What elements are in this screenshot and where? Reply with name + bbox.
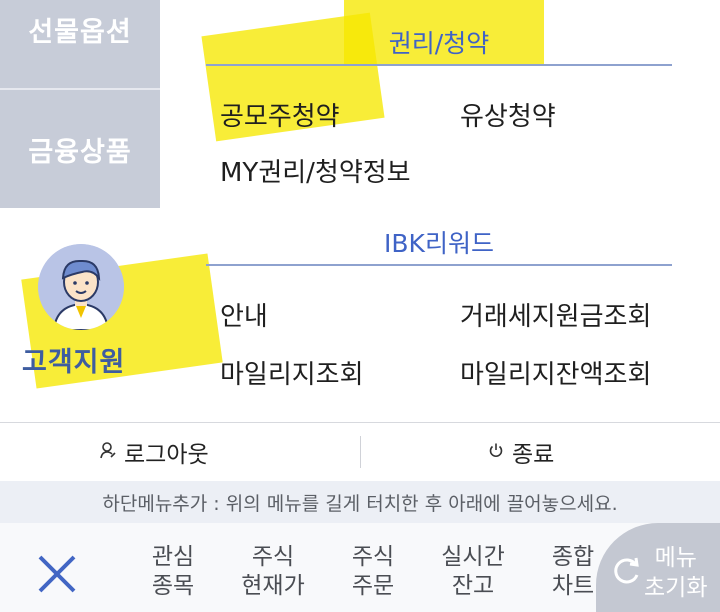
sidebar-item-label: 금융상품: [28, 136, 132, 168]
menu-item-mileage-inquiry[interactable]: 마일리지조회: [220, 354, 364, 391]
quick-menu-label: 실시간: [441, 544, 505, 570]
support-label: 고객지원: [22, 347, 126, 378]
close-icon[interactable]: [34, 551, 80, 597]
person-icon: [100, 441, 116, 464]
hint-text: 하단메뉴추가 : 위의 메뉴를 길게 터치한 후 아래에 끌어놓으세요.: [102, 492, 618, 515]
category-sidebar: 선물옵션 금융상품: [0, 0, 160, 208]
menu-item-tax-support-inquiry[interactable]: 거래세지원금조회: [460, 296, 651, 333]
menu-item-ipo-subscription[interactable]: 공모주청약: [220, 96, 340, 133]
section-divider: [206, 264, 672, 266]
sidebar-item-label: 선물옵션: [28, 17, 132, 48]
menu-item-rights-offering[interactable]: 유상청약: [460, 96, 556, 133]
section-divider: [206, 64, 672, 66]
customer-support-button[interactable]: 고객지원: [22, 244, 142, 384]
quick-menu-label: 관심: [151, 544, 195, 570]
refresh-icon: [610, 555, 642, 587]
power-icon: [488, 442, 504, 463]
quick-menu-label: 주식: [251, 544, 295, 570]
person-avatar-icon: [38, 244, 124, 330]
section-title-rights: 권리/청약: [388, 29, 490, 58]
menu-item-guide[interactable]: 안내: [220, 296, 268, 333]
exit-label: 종료: [512, 442, 555, 468]
sidebar-item-financial-products[interactable]: 금융상품: [0, 90, 160, 208]
action-row-divider: [360, 436, 361, 468]
quick-menu-label: 주문: [351, 573, 395, 599]
quick-menu-label: 잔고: [451, 573, 495, 599]
menu-item-mileage-balance[interactable]: 마일리지잔액조회: [460, 354, 651, 391]
sidebar-item-futures-options[interactable]: 선물옵션: [0, 0, 160, 88]
bottom-menu-hint: 하단메뉴추가 : 위의 메뉴를 길게 터치한 후 아래에 끌어놓으세요.: [0, 481, 720, 523]
action-row-border: [0, 422, 720, 423]
quick-menu-watchlist[interactable]: 관심 종목: [128, 543, 218, 601]
quick-menu-label: 종목: [151, 573, 195, 599]
quick-menu-stock-order[interactable]: 주식 주문: [328, 543, 418, 601]
quick-menu-stock-price[interactable]: 주식 현재가: [228, 543, 318, 601]
reset-label-line: 초기화: [644, 575, 708, 601]
exit-button[interactable]: 종료: [488, 435, 554, 469]
logout-button[interactable]: 로그아웃: [100, 435, 209, 469]
menu-reset-label: 메뉴 초기화: [644, 543, 707, 603]
quick-menu-label: 주식: [351, 544, 395, 570]
reset-label-line: 메뉴: [654, 545, 697, 571]
quick-menu-label: 현재가: [241, 573, 305, 599]
menu-item-my-rights-info[interactable]: MY권리/청약정보: [220, 152, 411, 189]
quick-menu-realtime-balance[interactable]: 실시간 잔고: [428, 543, 518, 601]
logout-label: 로그아웃: [124, 442, 209, 468]
section-title-rewards: IBK리워드: [384, 229, 494, 258]
